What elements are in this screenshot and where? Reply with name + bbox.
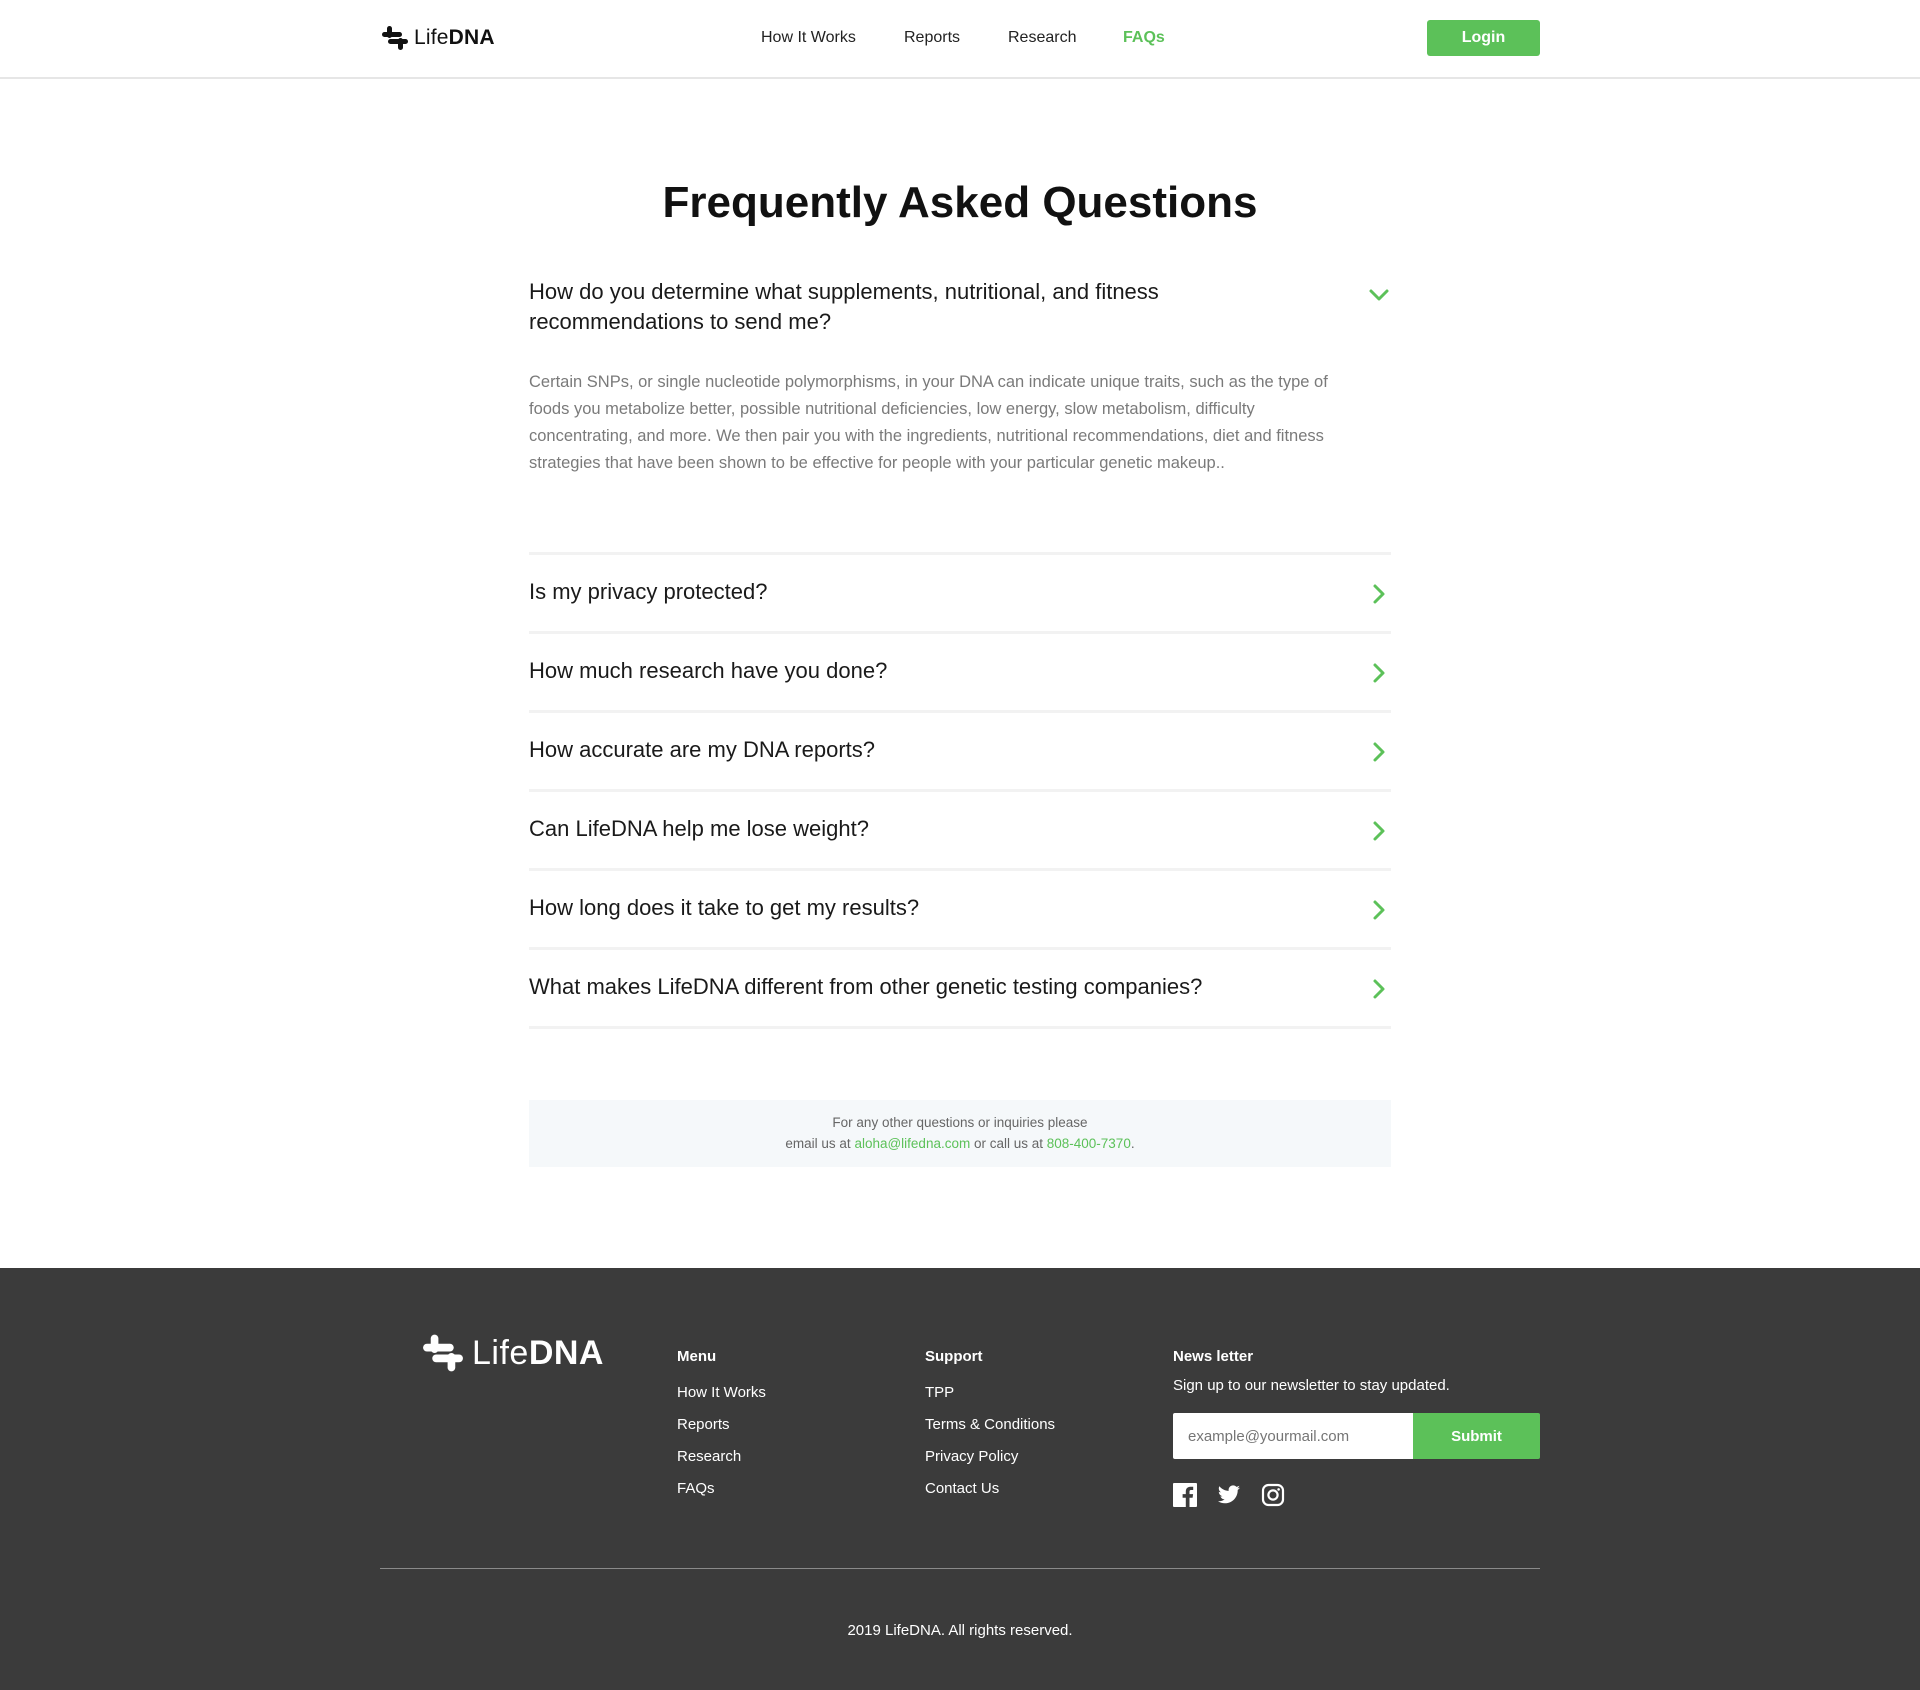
newsletter-email-input[interactable]: [1173, 1413, 1413, 1459]
footer-logo[interactable]: LifeDNA: [420, 1330, 604, 1376]
chevron-right-icon: [1373, 663, 1385, 683]
chevron-right-icon: [1373, 584, 1385, 604]
faq-question: What makes LifeDNA different from other …: [529, 974, 1203, 999]
faq-question: How accurate are my DNA reports?: [529, 737, 876, 762]
footer-link-reports[interactable]: Reports: [677, 1409, 766, 1441]
chevron-right-icon: [1373, 821, 1385, 841]
footer-link-terms[interactable]: Terms & Conditions: [925, 1409, 1055, 1441]
contact-line-1: For any other questions or inquiries ple…: [832, 1115, 1088, 1130]
faq-question[interactable]: How do you determine what supplements, n…: [529, 277, 1249, 337]
newsletter-submit-button[interactable]: Submit: [1413, 1413, 1540, 1459]
contact-box: For any other questions or inquiries ple…: [529, 1100, 1391, 1167]
footer-link-tpp[interactable]: TPP: [925, 1377, 1055, 1409]
newsletter-text: Sign up to our newsletter to stay update…: [1173, 1377, 1450, 1394]
social-links: [1173, 1483, 1540, 1507]
contact-email-link[interactable]: aloha@lifedna.com: [854, 1136, 970, 1151]
faq-answer: Certain SNPs, or single nucleotide polym…: [529, 373, 1328, 472]
chevron-down-icon[interactable]: [1367, 283, 1391, 307]
footer-link-contact[interactable]: Contact Us: [925, 1473, 1055, 1505]
faq-item[interactable]: What makes LifeDNA different from other …: [529, 950, 1391, 1029]
footer-link-how-it-works[interactable]: How It Works: [677, 1377, 766, 1409]
site-footer: LifeDNA Menu How It Works Reports Resear…: [0, 1268, 1920, 1690]
main-nav: How It Works Reports Research FAQs: [0, 29, 1920, 49]
faq-question: Is my privacy protected?: [529, 579, 768, 604]
contact-line-2: email us at aloha@lifedna.com or call us…: [785, 1136, 1135, 1151]
facebook-icon[interactable]: [1173, 1483, 1197, 1507]
site-header: LifeDNA How It Works Reports Research FA…: [0, 0, 1920, 79]
nav-reports[interactable]: Reports: [904, 29, 960, 47]
faq-question: Can LifeDNA help me lose weight?: [529, 816, 869, 841]
chevron-right-icon: [1373, 900, 1385, 920]
faq-item[interactable]: How much research have you done?: [529, 634, 1391, 713]
faq-question: How much research have you done?: [529, 658, 888, 683]
newsletter-title: News letter: [1173, 1348, 1254, 1365]
chevron-right-icon: [1373, 742, 1385, 762]
newsletter: News letter Sign up to our newsletter to…: [1173, 1348, 1540, 1507]
contact-phone-link[interactable]: 808-400-7370: [1047, 1136, 1131, 1151]
footer-menu-title: Menu: [677, 1348, 717, 1365]
newsletter-form: Submit: [1173, 1413, 1540, 1459]
footer-link-privacy[interactable]: Privacy Policy: [925, 1441, 1055, 1473]
faq-item[interactable]: Can LifeDNA help me lose weight?: [529, 792, 1391, 871]
footer-divider: [380, 1568, 1540, 1569]
instagram-icon[interactable]: [1261, 1483, 1285, 1507]
footer-link-research[interactable]: Research: [677, 1441, 766, 1473]
twitter-icon[interactable]: [1217, 1483, 1241, 1507]
footer-link-faqs[interactable]: FAQs: [677, 1473, 766, 1505]
nav-how-it-works[interactable]: How It Works: [761, 29, 856, 47]
footer-logo-text: LifeDNA: [472, 1333, 604, 1372]
footer-menu: Menu How It Works Reports Research FAQs: [677, 1348, 766, 1505]
footer-support: Support TPP Terms & Conditions Privacy P…: [925, 1348, 1055, 1505]
faq-question: How long does it take to get my results?: [529, 895, 920, 920]
chevron-right-icon: [1373, 979, 1385, 999]
login-button[interactable]: Login: [1427, 20, 1540, 56]
faq-item[interactable]: How accurate are my DNA reports?: [529, 713, 1391, 792]
faq-list: How do you determine what supplements, n…: [529, 277, 1391, 1037]
footer-support-title: Support: [925, 1348, 983, 1365]
nav-faqs[interactable]: FAQs: [1123, 29, 1165, 47]
nav-research[interactable]: Research: [1008, 29, 1076, 47]
copyright: 2019 LifeDNA. All rights reserved.: [847, 1622, 1073, 1639]
faq-item[interactable]: How long does it take to get my results?: [529, 871, 1391, 950]
faq-item[interactable]: Is my privacy protected?: [529, 555, 1391, 634]
lifedna-logo-icon: [423, 1334, 463, 1372]
page-title: Frequently Asked Questions: [662, 178, 1258, 227]
